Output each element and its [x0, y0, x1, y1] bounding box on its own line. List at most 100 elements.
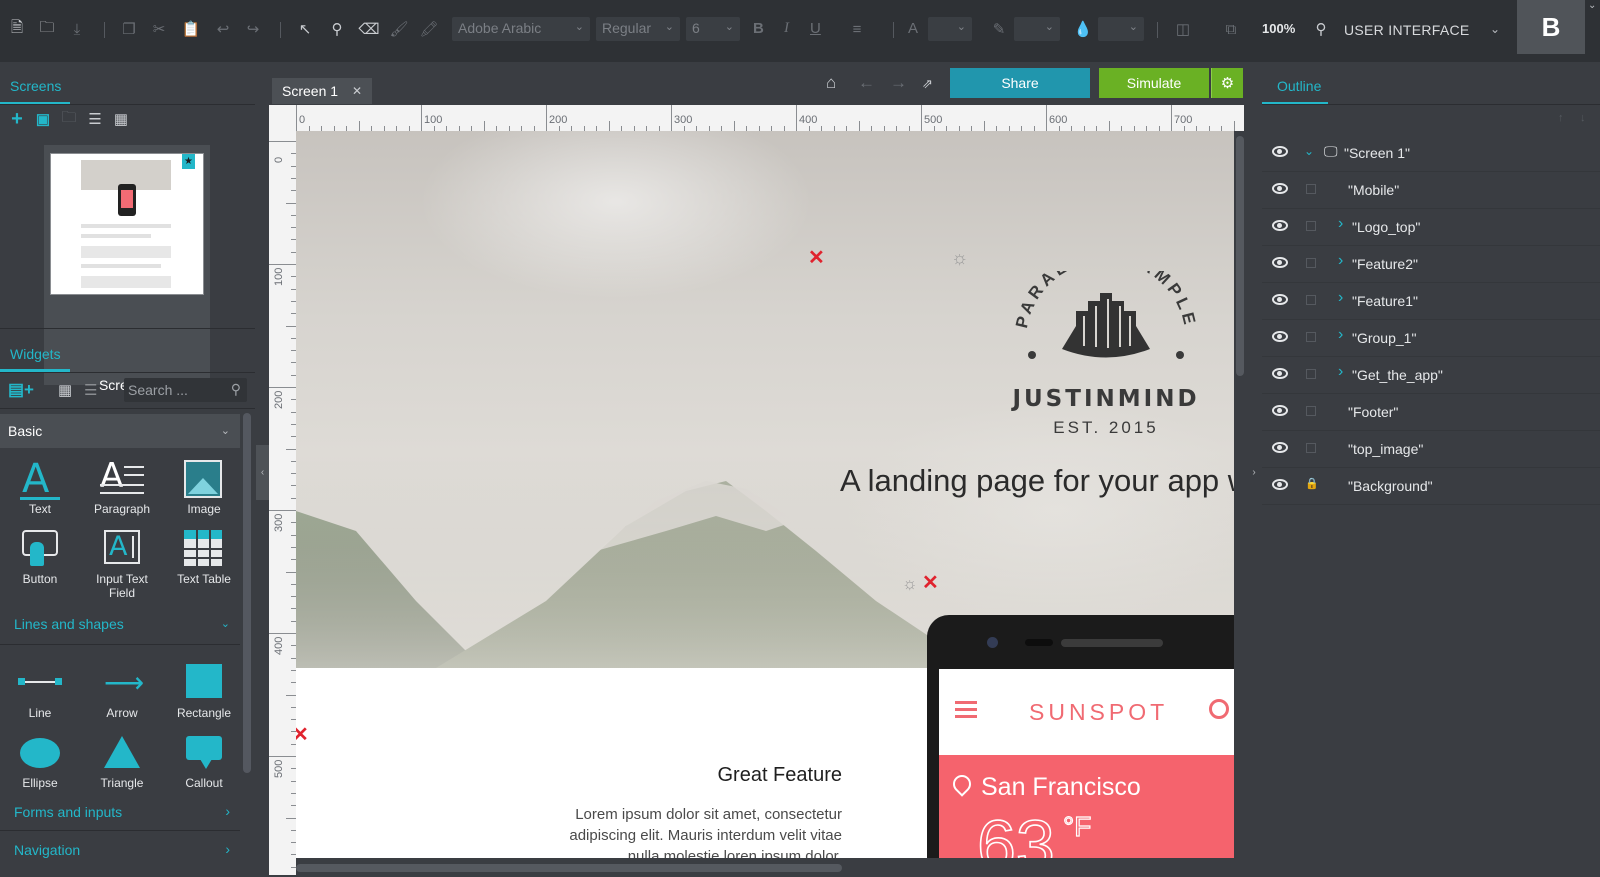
collapse-left-panel-button[interactable]: ‹ — [256, 445, 269, 500]
visibility-eye-icon[interactable] — [1272, 294, 1288, 305]
widget-triangle[interactable]: Triangle — [82, 732, 162, 790]
widget-rectangle[interactable]: Rectangle — [164, 662, 244, 720]
widget-search-input[interactable] — [128, 380, 218, 400]
back-arrow-icon[interactable]: ← — [858, 73, 875, 93]
external-link-icon[interactable]: ⇗ — [922, 76, 933, 92]
lock-toggle-checkbox[interactable] — [1306, 184, 1316, 194]
underline-button[interactable]: U — [810, 20, 821, 37]
lock-toggle-checkbox[interactable] — [1306, 258, 1316, 268]
tab-widgets[interactable]: Widgets — [10, 346, 61, 362]
font-color-select[interactable]: ⌄ — [928, 17, 972, 41]
interaction-marker-x-icon[interactable]: ✕ — [808, 248, 825, 268]
chevron-down-icon[interactable]: ⌄ — [1588, 0, 1596, 11]
font-style-select[interactable]: Regular ⌄ — [596, 17, 680, 41]
fill-color-select[interactable]: ⌄ — [1098, 17, 1144, 41]
chevron-right-icon[interactable]: › — [1338, 289, 1343, 307]
format-painter-icon[interactable]: 🖌 — [388, 18, 410, 40]
visibility-eye-icon[interactable] — [1272, 183, 1288, 194]
widget-line[interactable]: Line — [0, 662, 80, 720]
bold-button[interactable]: B — [753, 20, 764, 37]
italic-button[interactable]: I — [784, 20, 789, 37]
forward-arrow-icon[interactable]: → — [890, 73, 907, 93]
widget-arrow[interactable]: ⟶ Arrow — [82, 662, 162, 720]
lock-toggle-checkbox[interactable] — [1306, 332, 1316, 342]
chevron-down-icon[interactable]: ⌄ — [1490, 22, 1500, 36]
widget-library-icon[interactable]: ▤+ — [8, 380, 34, 400]
home-icon[interactable]: ⌂ — [826, 73, 836, 93]
open-folder-icon[interactable]: 🗀 — [36, 18, 58, 40]
interaction-gear-icon[interactable]: ☼ — [951, 249, 968, 268]
lock-toggle-checkbox[interactable] — [1306, 221, 1316, 231]
hero-tagline[interactable]: A landing page for your app w — [840, 463, 1234, 499]
select-arrow-icon[interactable]: ↖ — [294, 18, 316, 40]
add-folder-icon[interactable]: 🗀 — [60, 109, 78, 128]
section-basic[interactable]: Basic ⌄ — [0, 414, 240, 448]
simulate-button[interactable]: Simulate — [1099, 68, 1209, 98]
outline-item[interactable]: "Mobile" — [1262, 172, 1600, 209]
undo-icon[interactable]: ↩ — [212, 18, 234, 40]
visibility-eye-icon[interactable] — [1272, 442, 1288, 453]
chevron-right-icon[interactable]: › — [1338, 326, 1343, 344]
widget-image[interactable]: Image — [164, 458, 244, 516]
outline-item[interactable]: "Footer" — [1262, 394, 1600, 431]
ui-mode-select[interactable]: USER INTERFACE — [1344, 22, 1470, 38]
widget-button[interactable]: Button — [0, 528, 80, 586]
widgets-scrollbar[interactable] — [243, 413, 251, 773]
lock-toggle-checkbox[interactable] — [1306, 369, 1316, 379]
move-up-icon[interactable]: ↑ — [1558, 112, 1564, 124]
font-size-select[interactable]: 6 ⌄ — [686, 17, 740, 41]
style-painter-icon[interactable]: 🖍 — [418, 18, 440, 40]
outline-item[interactable]: 🔒 "Background" — [1262, 468, 1600, 505]
close-icon[interactable]: ✕ — [352, 84, 362, 98]
border-color-select[interactable]: ⌄ — [1014, 17, 1060, 41]
mobile-mockup[interactable]: SUNSPOT San Francisco 63 °F — [927, 615, 1234, 858]
copy-icon[interactable]: ❐ — [118, 18, 140, 40]
outline-item[interactable]: ⌄ 🖵 "Screen 1" — [1262, 135, 1600, 172]
visibility-eye-icon[interactable] — [1272, 146, 1288, 157]
lock-icon[interactable]: 🔒 — [1305, 477, 1319, 490]
canvas-vertical-scrollbar[interactable] — [1236, 136, 1244, 376]
search-icon[interactable]: ⚲ — [1310, 18, 1332, 40]
align-objects-icon[interactable]: ◫ — [1172, 18, 1194, 40]
widget-text[interactable]: A Text — [0, 456, 80, 516]
tab-screen-1[interactable]: Screen 1 ✕ — [272, 78, 372, 104]
visibility-eye-icon[interactable] — [1272, 368, 1288, 379]
chevron-right-icon[interactable]: › — [1338, 252, 1343, 270]
widget-search-box[interactable]: ⚲ — [124, 378, 247, 402]
interaction-marker-x-icon[interactable]: ✕ — [922, 573, 939, 593]
lock-toggle-checkbox[interactable] — [1306, 443, 1316, 453]
widget-ellipse[interactable]: Ellipse — [0, 732, 80, 790]
design-canvas[interactable]: ✕ ☼ ☼ ✕ ✕ PARALLAX SAMPLE JUSTINMIND EST… — [296, 131, 1234, 858]
logo-top[interactable]: PARALLAX SAMPLE JUSTINMIND EST. 2015 — [996, 271, 1216, 437]
align-text-icon[interactable]: ≡ — [846, 18, 868, 40]
screen-thumbnail-card[interactable]: Screen 1 — [44, 145, 210, 393]
simulation-settings-gear-icon[interactable]: ⚙ — [1211, 68, 1243, 98]
cut-icon[interactable]: ✂ — [148, 18, 170, 40]
list-view-icon[interactable]: ☰ — [86, 110, 104, 128]
add-screen-icon[interactable]: + — [8, 108, 26, 130]
tab-outline[interactable]: Outline — [1277, 78, 1321, 94]
chevron-right-icon[interactable]: › — [1338, 363, 1343, 381]
widget-text-table[interactable]: Text Table — [164, 528, 244, 586]
outline-item[interactable]: › "Feature1" — [1262, 283, 1600, 320]
font-family-select[interactable]: Adobe Arabic ⌄ — [452, 17, 590, 41]
download-icon[interactable]: ⤓ — [66, 18, 88, 40]
outline-item[interactable]: "top_image" — [1262, 431, 1600, 468]
outline-item[interactable]: › "Get_the_app" — [1262, 357, 1600, 394]
redo-icon[interactable]: ↪ — [242, 18, 264, 40]
new-file-icon[interactable]: 🗎 — [6, 18, 28, 40]
interaction-marker-x-icon[interactable]: ✕ — [296, 725, 309, 745]
widget-paragraph[interactable]: A Paragraph — [82, 456, 162, 516]
add-image-screen-icon[interactable]: ▣ — [34, 110, 52, 128]
grid-view-icon[interactable]: ▦ — [112, 110, 130, 128]
fill-drop-icon[interactable]: 💧 — [1072, 18, 1094, 40]
widget-input-text-field[interactable]: A Input Text Field — [82, 528, 162, 600]
visibility-eye-icon[interactable] — [1272, 257, 1288, 268]
chevron-down-icon[interactable]: ⌄ — [1304, 144, 1314, 158]
zoom-tool-icon[interactable]: ⚲ — [326, 18, 348, 40]
visibility-eye-icon[interactable] — [1272, 405, 1288, 416]
collapse-right-panel-button[interactable]: › — [1248, 445, 1260, 500]
grid-view-icon[interactable]: ▦ — [58, 381, 72, 399]
canvas-horizontal-scrollbar[interactable] — [296, 864, 842, 872]
user-avatar-button[interactable]: B — [1517, 0, 1585, 54]
